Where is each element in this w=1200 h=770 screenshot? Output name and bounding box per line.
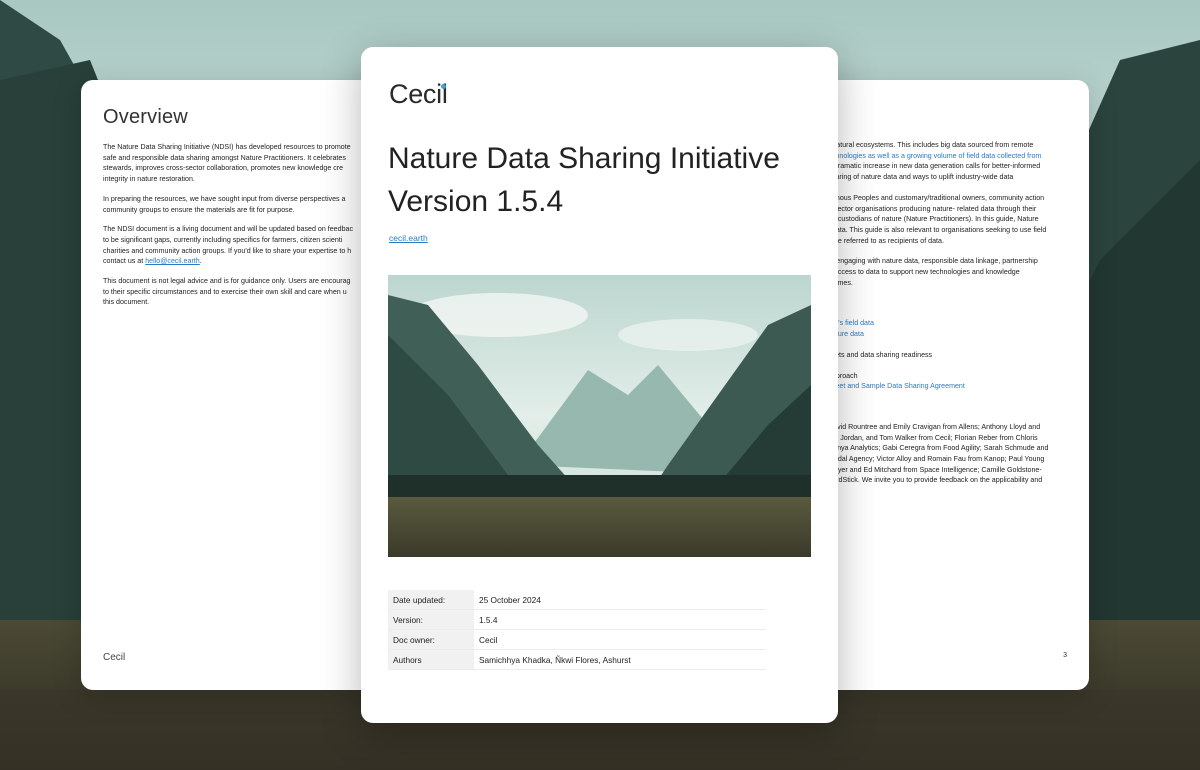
- text-line: [828, 361, 1088, 371]
- text-line: ertidal Agency; Victor Alloy and Romain …: [828, 455, 1045, 464]
- table-row: Version: 1.5.4: [388, 609, 766, 630]
- cover-page: Cecil Nature Data Sharing Initiative Ver…: [361, 47, 838, 723]
- hero-image: [388, 275, 811, 557]
- website-link[interactable]: cecil.earth: [389, 233, 428, 243]
- text-line: [828, 246, 1088, 256]
- text-line: d access to data to support new technolo…: [828, 268, 1020, 277]
- document-title: Nature Data Sharing Initiative Version 1…: [388, 137, 828, 223]
- table-row: Doc owner: Cecil: [388, 629, 766, 650]
- text-line: approach: [828, 371, 858, 380]
- text-line: Dunya Analytics; Gabi Ceregra from Food …: [828, 444, 1049, 453]
- meta-label: Date updated:: [388, 590, 474, 610]
- page-number: 3: [1063, 652, 1067, 659]
- text-line: [828, 412, 1088, 422]
- text-line: Moyer and Ed Mitchard from Space Intelli…: [828, 465, 1042, 474]
- text-line: e sector organisations producing nature-…: [828, 204, 1037, 213]
- text-line: or engaging with nature data, responsibl…: [828, 257, 1038, 266]
- document-metadata-table: Date updated: 25 October 2024 Version: 1…: [388, 590, 766, 670]
- text-line: sharing of nature data and ways to uplif…: [828, 173, 1014, 182]
- text-line: genous Peoples and customary/traditional…: [828, 193, 1045, 202]
- table-row: Authors Samichhya Khadka, Ñkwi Flores, A…: [388, 649, 766, 670]
- meta-value: 25 October 2024: [474, 590, 766, 610]
- text-line: [828, 308, 1088, 318]
- text-line: e dramatic increase in new data generati…: [828, 162, 1041, 171]
- text-line: nor Jordan, and Tom Walker from Cecil; F…: [828, 433, 1038, 442]
- text-line: [828, 402, 1088, 412]
- text-line: ng custodians of nature (Nature Practiti…: [828, 215, 1039, 224]
- text-line: David Rountree and Emily Cravigan from A…: [828, 422, 1041, 431]
- meta-label: Authors: [388, 649, 474, 670]
- email-link[interactable]: hello@cecil.earth: [145, 257, 200, 265]
- text-line: f data. This guide is also relevant to o…: [828, 225, 1047, 234]
- meta-label: Doc owner:: [388, 629, 474, 650]
- text-line: ssets and data sharing readiness: [828, 350, 933, 359]
- text-line: [828, 183, 1088, 193]
- meta-value: Samichhya Khadka, Ñkwi Flores, Ashurst: [474, 649, 766, 670]
- overview-title: Overview: [103, 106, 188, 128]
- contact-text: contact us at: [103, 257, 146, 266]
- meta-value: 1.5.4: [474, 609, 766, 630]
- text-line: n be referred to as recipients of data.: [828, 236, 944, 245]
- text-line: tcomes.: [828, 278, 853, 287]
- logo-dot-icon: [441, 84, 446, 89]
- meta-value: Cecil: [474, 629, 766, 650]
- cecil-logo: Cecil: [389, 79, 448, 109]
- footer-logo: Cecil: [103, 652, 126, 663]
- text-line: r natural ecosystems. This includes big …: [828, 141, 1034, 149]
- intro-body: r natural ecosystems. This includes big …: [828, 140, 1088, 486]
- title-line: Version 1.5.4: [388, 185, 564, 218]
- text-line: [828, 298, 1088, 308]
- text-line: [828, 392, 1088, 402]
- title-line: Nature Data Sharing Initiative: [388, 142, 780, 175]
- text-line: sheet and Sample Data Sharing Agreement: [828, 382, 965, 391]
- meta-label: Version:: [388, 609, 474, 630]
- text-line: YardStick. We invite you to provide feed…: [828, 476, 1043, 485]
- text-line: [828, 340, 1088, 350]
- text-line: [828, 288, 1088, 298]
- text-line: nature data: [828, 330, 864, 339]
- text-line: echnologies as well as a growing volume …: [828, 151, 1042, 160]
- table-row: Date updated: 25 October 2024: [388, 590, 766, 610]
- text-line: ner's field data: [828, 319, 874, 328]
